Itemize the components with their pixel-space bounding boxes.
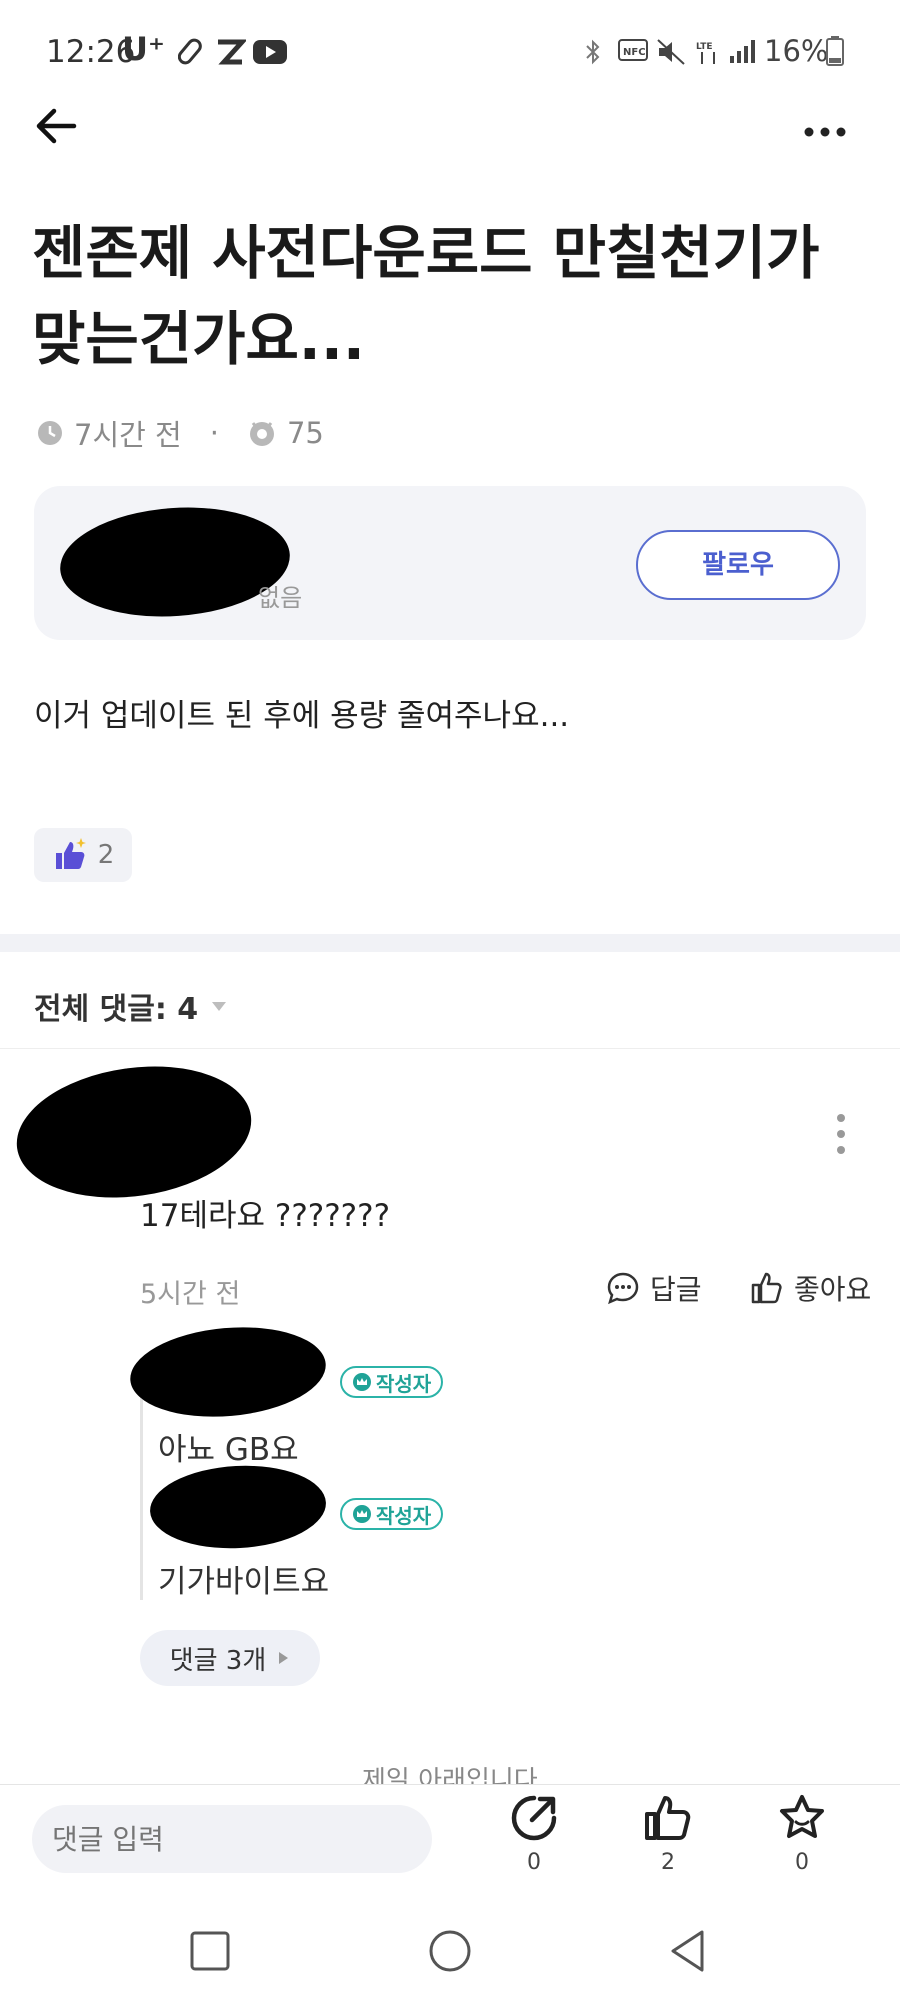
commenter-redaction <box>8 1052 260 1212</box>
youtube-icon <box>252 38 288 73</box>
square-icon <box>190 1931 230 1971</box>
triangle-back-icon <box>671 1930 704 1972</box>
author-badge: 작성자 <box>340 1366 444 1398</box>
post-title: 젠존제 사전다운로드 만칠천기가 맞는건가요... <box>32 219 820 373</box>
comment-options-button[interactable] <box>826 1110 856 1160</box>
view-replies-label: 댓글 3개 <box>169 1645 267 1676</box>
system-nav-bar <box>0 1895 900 2000</box>
nfc-icon: NFC <box>618 38 648 68</box>
status-carrier: U⁺ <box>122 30 165 68</box>
reply-text-2: 기가바이트요 <box>158 1564 330 1600</box>
system-back-button[interactable] <box>668 1929 708 1977</box>
view-icon <box>249 422 274 446</box>
share-button[interactable]: 0 <box>494 1792 574 1875</box>
thumbs-up-icon <box>645 1796 691 1840</box>
post-body: 이거 업데이트 된 후에 용량 줄여주나요... <box>34 698 570 734</box>
post-like-count: 2 <box>97 840 115 870</box>
thumbs-up-sparkle-icon <box>55 838 86 869</box>
comment-text: 17테라요 ??????? <box>140 1198 391 1234</box>
post-like-chip[interactable]: 2 <box>34 828 132 882</box>
svg-text:NFC: NFC <box>623 47 646 58</box>
reply-author-redaction-2 <box>147 1461 329 1553</box>
sort-caret-icon <box>212 1002 227 1011</box>
post-meta: 7시간 전 · 75 <box>36 412 324 454</box>
lte-icon: LTE <box>694 38 722 73</box>
battery-icon <box>826 36 844 73</box>
reply-author-redaction-1 <box>126 1319 330 1425</box>
like-button[interactable]: 2 <box>628 1792 708 1875</box>
caret-right-icon <box>279 1652 289 1664</box>
author-badge: 작성자 <box>340 1498 444 1530</box>
bluetooth-icon <box>584 38 602 73</box>
svg-text:LTE: LTE <box>696 42 713 52</box>
chat-bubble-icon <box>607 1272 639 1305</box>
pill-icon <box>177 38 206 73</box>
app-z-icon <box>214 38 248 75</box>
status-bar: 12:26 U⁺ NFC LTE 16% <box>0 0 900 110</box>
clock-icon <box>38 421 62 445</box>
star-icon <box>780 1795 824 1838</box>
mute-icon <box>656 38 686 73</box>
comments-header[interactable]: 전체 댓글: 4 <box>34 984 228 1028</box>
view-replies-button[interactable]: 댓글 3개 <box>140 1630 320 1686</box>
comment-time: 5시간 전 <box>140 1279 241 1310</box>
like-label: 좋아요 <box>794 1273 872 1306</box>
reply-label: 답글 <box>650 1273 702 1306</box>
meta-separator: · <box>209 416 219 450</box>
crown-icon <box>353 1373 371 1391</box>
favorite-button[interactable]: 0 <box>762 1792 842 1875</box>
home-button[interactable] <box>428 1929 472 1977</box>
signal-icon <box>728 38 758 71</box>
follow-button[interactable]: 팔로우 <box>636 530 840 600</box>
comments-count: 전체 댓글: 4 <box>34 992 199 1027</box>
thumbs-up-icon <box>751 1272 782 1304</box>
comment-like-button[interactable]: 좋아요 <box>750 1268 871 1308</box>
reply-thread-line <box>140 1390 143 1600</box>
share-count: 0 <box>527 1850 541 1875</box>
arrow-left-icon <box>36 108 77 144</box>
view-count: 75 <box>286 416 324 450</box>
more-options-button[interactable] <box>800 108 870 158</box>
back-button[interactable] <box>34 104 84 154</box>
battery-percent: 16% <box>764 34 829 68</box>
star-count: 0 <box>795 1850 809 1875</box>
reply-button[interactable]: 답글 <box>606 1268 702 1308</box>
comments-divider <box>0 1048 900 1049</box>
reply-text-1: 아뇨 GB요 <box>158 1432 299 1468</box>
like-count: 2 <box>661 1850 675 1875</box>
bottom-bar-divider <box>0 1784 900 1785</box>
circle-icon <box>429 1930 471 1972</box>
crown-icon <box>353 1505 371 1523</box>
recents-button[interactable] <box>190 1931 230 1975</box>
share-icon <box>511 1795 557 1841</box>
post-time: 7시간 전 <box>74 418 182 452</box>
more-horizontal-icon <box>804 127 846 137</box>
section-divider <box>0 934 900 952</box>
comment-input[interactable] <box>32 1805 432 1873</box>
author-partial-text: 없음 <box>258 584 303 612</box>
more-vertical-icon <box>837 1114 845 1154</box>
